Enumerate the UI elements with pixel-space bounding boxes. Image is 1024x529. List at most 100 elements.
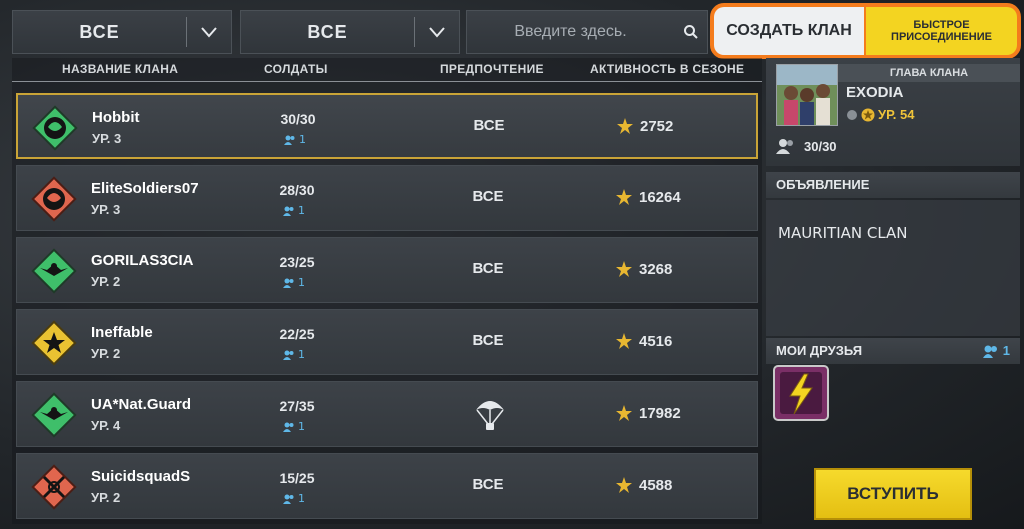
clan-name: Ineffable xyxy=(91,324,153,341)
star-icon xyxy=(861,108,875,121)
activity-value: 3268 xyxy=(639,260,673,278)
announcement-heading: ОБЪЯВЛЕНИЕ xyxy=(766,172,1020,198)
season-activity: 16264 xyxy=(615,188,681,206)
region-dropdown[interactable]: ВСЕ xyxy=(12,10,232,54)
leader-name: EXODIA xyxy=(846,84,904,101)
leader-avatar[interactable] xyxy=(776,64,838,126)
preference-value: ВСЕ xyxy=(472,260,504,277)
preference-value: ВСЕ xyxy=(472,476,504,493)
chevron-down-icon[interactable] xyxy=(415,26,459,38)
join-clan-button[interactable]: ВСТУПИТЬ xyxy=(814,468,972,520)
clan-name: Hobbit xyxy=(92,109,140,126)
friends-count: 1 xyxy=(298,204,305,217)
chevron-down-icon[interactable] xyxy=(187,26,231,38)
search-icon[interactable] xyxy=(674,11,707,53)
clan-level: УР. 2 xyxy=(91,490,121,505)
friends-count: 1 xyxy=(299,133,306,146)
star-icon xyxy=(616,405,632,421)
column-header-activity: АКТИВНОСТЬ В СЕЗОНЕ xyxy=(590,62,745,76)
crossed-guns-emblem-icon xyxy=(31,464,77,510)
dragon-emblem-icon xyxy=(32,105,78,151)
season-activity: 4588 xyxy=(615,476,672,494)
friends-icon xyxy=(982,345,997,358)
region-dropdown-label: ВСЕ xyxy=(79,21,120,42)
friends-count: 1 xyxy=(298,420,305,433)
friends-icon xyxy=(283,278,294,288)
activity-value: 4516 xyxy=(639,332,673,350)
eagle-emblem-icon xyxy=(31,248,77,294)
star-icon xyxy=(616,477,632,493)
star-icon xyxy=(616,189,632,205)
friends-icon xyxy=(283,350,294,360)
clan-name: SuicidsquadS xyxy=(91,468,191,485)
friends-in-clan: 1 xyxy=(284,133,306,146)
season-activity: 4516 xyxy=(615,332,672,350)
friends-icon xyxy=(284,135,295,145)
clan-member-count: 30/30 xyxy=(776,138,837,154)
star-icon xyxy=(617,118,633,134)
dragon-emblem-icon xyxy=(31,176,77,222)
clan-leader-card: ГЛАВА КЛАНА EXODIA УР. 54 30/30 xyxy=(766,58,1020,166)
table-row[interactable]: GORILAS3CIA УР. 2 23/25 1 ВСЕ 3268 xyxy=(16,237,758,303)
column-header-name: НАЗВАНИЕ КЛАНА xyxy=(62,62,179,76)
table-row[interactable]: UA*Nat.Guard УР. 4 27/35 1 17982 xyxy=(16,381,758,447)
leader-level-value: УР. 54 xyxy=(878,107,915,122)
friends-count: 1 xyxy=(298,276,305,289)
friends-in-clan: 1 xyxy=(283,492,305,505)
my-friends-title: МОИ ДРУЗЬЯ xyxy=(776,343,863,358)
soldier-count: 15/25 xyxy=(279,470,315,486)
activity-value: 16264 xyxy=(639,188,681,206)
season-activity: 2752 xyxy=(616,117,673,135)
clan-level: УР. 3 xyxy=(92,131,122,146)
clan-level: УР. 4 xyxy=(91,418,121,433)
clan-name: UA*Nat.Guard xyxy=(91,396,192,413)
preference-dropdown[interactable]: ВСЕ xyxy=(240,10,460,54)
preference-value: ВСЕ xyxy=(473,117,505,134)
create-clan-button[interactable]: СОЗДАТЬ КЛАН xyxy=(714,7,866,55)
activity-value: 4588 xyxy=(639,476,673,494)
preference-value: ВСЕ xyxy=(472,332,504,349)
friends-count: 1 xyxy=(298,492,305,505)
search-input[interactable] xyxy=(467,11,674,53)
season-activity: 17982 xyxy=(615,404,681,422)
table-row[interactable]: EliteSoldiers07 УР. 3 28/30 1 ВСЕ 16264 xyxy=(16,165,758,231)
season-activity: 3268 xyxy=(615,260,672,278)
friend-avatar[interactable] xyxy=(772,364,830,422)
clan-level: УР. 2 xyxy=(91,346,121,361)
table-row[interactable]: Ineffable УР. 2 22/25 1 ВСЕ 4516 xyxy=(16,309,758,375)
star-icon xyxy=(616,261,632,277)
clan-actions-highlight: СОЗДАТЬ КЛАН БЫСТРОЕ ПРИСОЕДИНЕНИЕ xyxy=(710,3,1021,59)
soldier-count: 30/30 xyxy=(280,111,316,127)
star-emblem-icon xyxy=(31,320,77,366)
clan-search xyxy=(466,10,708,54)
soldier-count: 23/25 xyxy=(279,254,315,270)
announcement-box: MAURITIAN CLAN xyxy=(766,200,1020,336)
clan-list-panel: НАЗВАНИЕ КЛАНА СОЛДАТЫ ПРЕДПОЧТЕНИЕ АКТИ… xyxy=(12,58,762,524)
clan-level: УР. 2 xyxy=(91,274,121,289)
soldier-count: 28/30 xyxy=(279,182,315,198)
friends-icon xyxy=(283,206,294,216)
preference-dropdown-label: ВСЕ xyxy=(307,21,348,42)
preference-value: ВСЕ xyxy=(472,188,504,205)
star-icon xyxy=(616,333,632,349)
soldier-count: 27/35 xyxy=(279,398,315,414)
announcement-text: MAURITIAN CLAN xyxy=(778,224,908,242)
clan-level: УР. 3 xyxy=(91,202,121,217)
friends-in-clan: 1 xyxy=(283,276,305,289)
table-header: НАЗВАНИЕ КЛАНА СОЛДАТЫ ПРЕДПОЧТЕНИЕ АКТИ… xyxy=(12,58,762,82)
members-value: 30/30 xyxy=(804,138,837,154)
quick-join-button[interactable]: БЫСТРОЕ ПРИСОЕДИНЕНИЕ xyxy=(866,7,1017,55)
friends-in-clan: 1 xyxy=(283,204,305,217)
parachute-icon xyxy=(476,401,504,430)
leader-level: УР. 54 xyxy=(846,107,915,122)
clan-name: EliteSoldiers07 xyxy=(91,180,199,197)
table-row[interactable]: SuicidsquadS УР. 2 15/25 1 ВСЕ 4588 xyxy=(16,453,758,519)
leader-label: ГЛАВА КЛАНА xyxy=(838,64,1020,82)
friends-icon xyxy=(283,494,294,504)
my-friends-count-value: 1 xyxy=(1002,343,1010,358)
clan-name: GORILAS3CIA xyxy=(91,252,194,269)
column-header-soldiers: СОЛДАТЫ xyxy=(264,62,328,76)
friends-count: 1 xyxy=(298,348,305,361)
column-header-preference: ПРЕДПОЧТЕНИЕ xyxy=(440,62,544,76)
table-row[interactable]: Hobbit УР. 3 30/30 1 ВСЕ 2752 xyxy=(16,93,758,159)
